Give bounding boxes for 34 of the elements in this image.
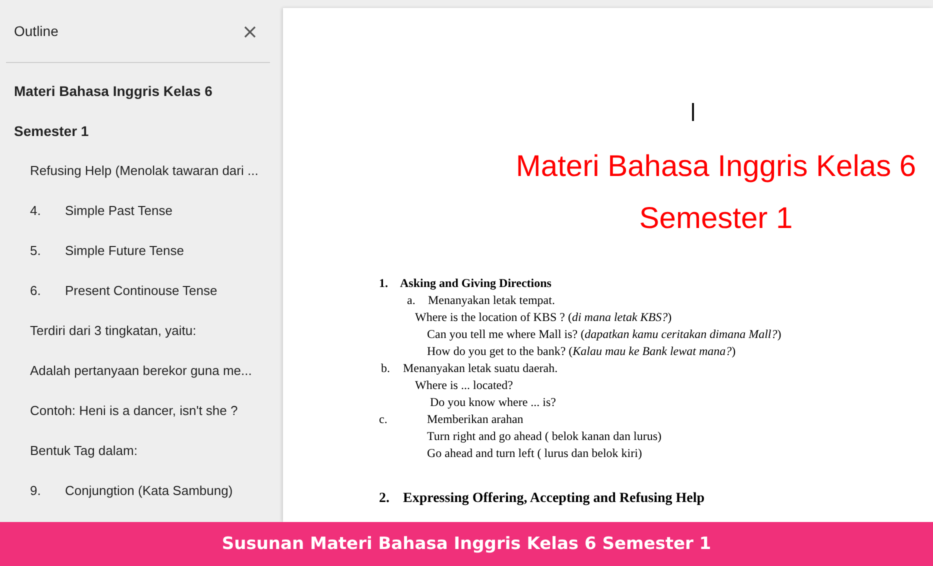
outline-item[interactable]: 6. Present Continouse Tense <box>0 271 282 311</box>
outline-title: Outline <box>14 23 58 39</box>
list-marker: b. <box>381 360 391 377</box>
document-text: Menanyakan letak suatu daerah. <box>403 361 558 375</box>
caption-banner: Susunan Materi Bahasa Inggris Kelas 6 Semester 1 <box>0 522 933 566</box>
document-text: How do you get to the bank? (Kalau mau ke Bank lewat mana?) <box>427 344 736 358</box>
document-text: Do you know where ... is? <box>430 395 556 409</box>
list-marker: c. <box>379 411 388 428</box>
outline-item[interactable]: Semester 1 <box>0 111 282 151</box>
list-marker: 2. <box>379 490 390 507</box>
outline-item[interactable]: Contoh: Heni is a dancer, isn't she ? <box>0 391 282 431</box>
document-text: Menanyakan letak tempat. <box>428 293 555 307</box>
close-icon[interactable] <box>244 26 256 38</box>
outline-item[interactable]: 4. Simple Past Tense <box>0 191 282 231</box>
outline-item[interactable]: Terdiri dari 3 tingkatan, yaitu: <box>0 311 282 351</box>
text-cursor <box>692 103 694 121</box>
outline-item[interactable]: Adalah pertanyaan berekor guna me... <box>0 351 282 391</box>
list-marker: 1. <box>379 275 389 292</box>
document-title: Semester 1 <box>638 201 794 237</box>
outline-item[interactable]: Materi Bahasa Inggris Kelas 6 <box>0 71 282 111</box>
outline-item[interactable]: Bentuk Tag dalam: <box>0 431 282 471</box>
document-text: Asking and Giving Directions <box>400 276 552 290</box>
document-text: Expressing Offering, Accepting and Refusing Help <box>403 491 705 506</box>
document-text: Where is the location of KBS ? (di mana letak KBS?) <box>415 310 672 324</box>
list-marker: a. <box>407 292 416 309</box>
document-text: Go ahead and turn left ( lurus dan belok kiri) <box>427 446 642 460</box>
outline-item[interactable]: 9. Conjungtion (Kata Sambung) <box>0 471 282 511</box>
document-text: Memberikan arahan <box>427 412 524 426</box>
document-text: Where is ... located? <box>415 378 513 392</box>
document-text: Can you tell me where Mall is? (dapatkan kamu ceritakan dimana Mall?) <box>427 327 782 341</box>
document-text: Turn right and go ahead ( belok kanan dan lurus) <box>427 429 662 443</box>
outline-item[interactable]: Refusing Help (Menolak tawaran dari ... <box>0 151 282 191</box>
document-title: Materi Bahasa Inggris Kelas 6 <box>514 149 918 185</box>
outline-item[interactable]: 5. Simple Future Tense <box>0 231 282 271</box>
